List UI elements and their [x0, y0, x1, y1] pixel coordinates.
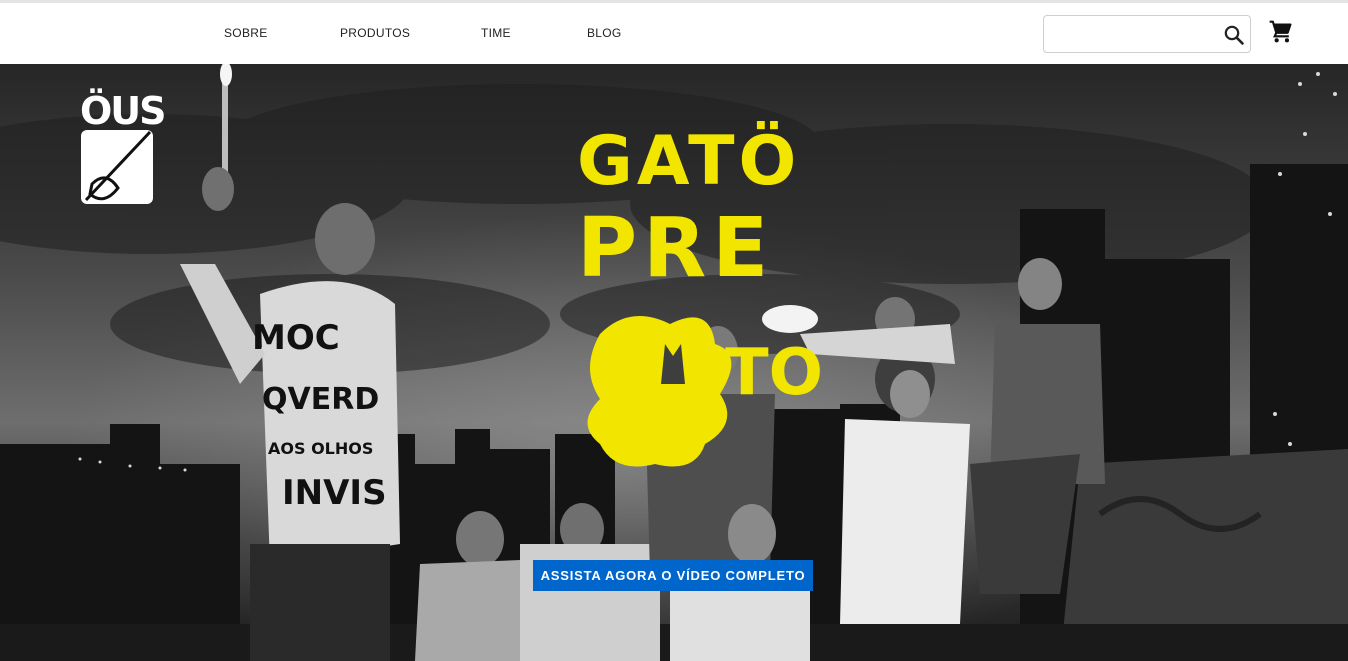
shopping-cart-icon[interactable] — [1268, 19, 1294, 45]
jacket-text-aos-olhos: AOS OLHOS — [268, 439, 373, 458]
hero-banner: MOC QVERD AOS OLHOS INVIS GATÖ PRE TO ÖU… — [0, 64, 1348, 661]
search-input[interactable] — [1052, 22, 1212, 46]
search-box — [1043, 15, 1251, 53]
jacket-text-qverd: QVERD — [262, 382, 379, 417]
search-icon[interactable] — [1222, 23, 1246, 47]
nav-item-blog[interactable]: BLOG — [587, 26, 622, 40]
title-line-gato: GATÖ — [577, 121, 800, 201]
ous-logo: ÖUS — [80, 89, 167, 204]
top-navbar: SOBRE PRODUTOS TIME BLOG — [0, 3, 1348, 64]
title-line-to: TO — [725, 336, 823, 410]
jacket-text-invis: INVIS — [282, 473, 387, 513]
jacket-text-moc: MOC — [252, 318, 340, 358]
nav-item-sobre[interactable]: SOBRE — [224, 26, 268, 40]
brand-logo-text: ÖUS — [80, 89, 165, 133]
title-line-pre: PRE — [577, 201, 774, 296]
nav-item-produtos[interactable]: PRODUTOS — [340, 26, 410, 40]
nav-item-time[interactable]: TIME — [481, 26, 511, 40]
watch-video-button[interactable]: ASSISTA AGORA O VÍDEO COMPLETO — [533, 560, 813, 591]
